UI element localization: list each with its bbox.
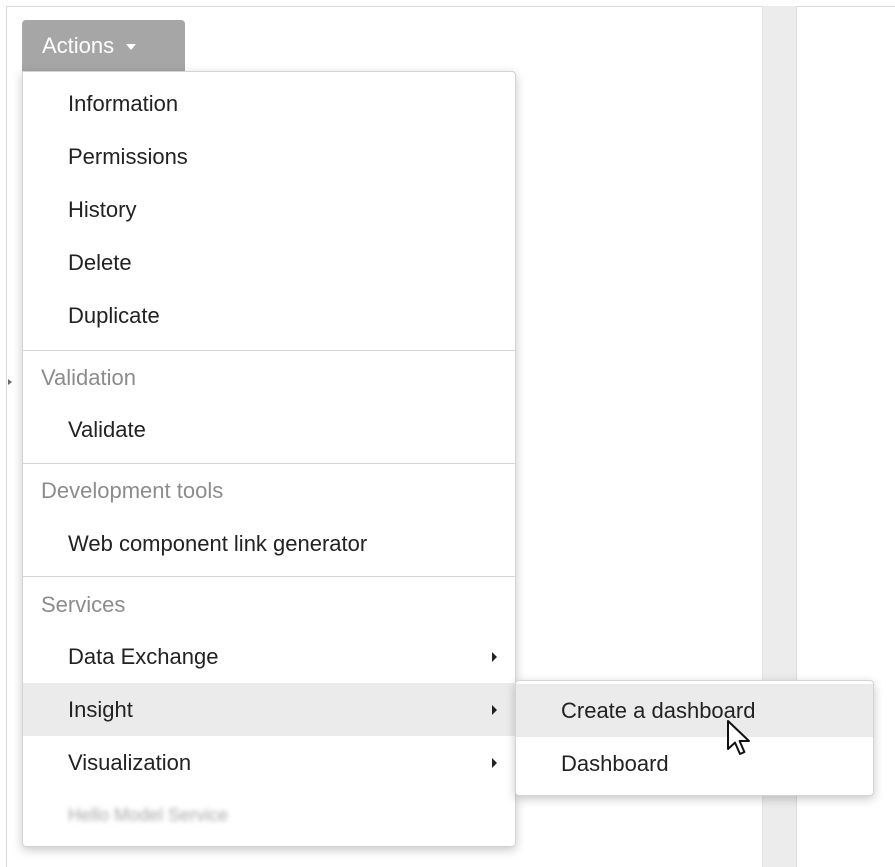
menu-item-information[interactable]: Information: [23, 77, 515, 130]
submenu-arrow-icon: [492, 651, 497, 662]
menu-item-label: History: [68, 196, 137, 222]
menu-item-label: Duplicate: [68, 302, 160, 328]
menu-item-web-component-link-generator[interactable]: Web component link generator: [23, 517, 515, 570]
insight-submenu: Create a dashboard Dashboard: [515, 680, 874, 796]
menu-item-label: Delete: [68, 249, 132, 275]
submenu-arrow-icon: [492, 757, 497, 768]
menu-item-data-exchange[interactable]: Data Exchange: [23, 630, 515, 683]
submenu-item-label: Dashboard: [561, 750, 669, 776]
section-header-services: Services: [23, 578, 515, 631]
menu-item-insight[interactable]: Insight: [23, 683, 515, 736]
section-header-development-tools: Development tools: [23, 464, 515, 517]
menu-item-label: Web component link generator: [68, 530, 368, 556]
actions-button[interactable]: Actions: [22, 20, 185, 71]
menu-item-validate[interactable]: Validate: [23, 403, 515, 456]
menu-item-delete[interactable]: Delete: [23, 236, 515, 289]
submenu-arrow-icon: [492, 704, 497, 715]
menu-item-label: Insight: [68, 696, 133, 722]
menu-divider: [23, 576, 515, 577]
collapse-handle-icon[interactable]: [8, 379, 12, 385]
submenu-item-dashboard[interactable]: Dashboard: [516, 737, 873, 790]
menu-item-label: Permissions: [68, 143, 188, 169]
menu-item-history[interactable]: History: [23, 183, 515, 236]
menu-item-label: Data Exchange: [68, 643, 219, 669]
section-header-label: Services: [41, 591, 126, 617]
menu-item-blurred-service[interactable]: Hello Model Service: [23, 789, 515, 842]
menu-item-visualization[interactable]: Visualization: [23, 736, 515, 789]
menu-item-duplicate[interactable]: Duplicate: [23, 289, 515, 342]
submenu-item-create-dashboard[interactable]: Create a dashboard: [516, 684, 873, 737]
menu-item-permissions[interactable]: Permissions: [23, 130, 515, 183]
menu-item-label: Information: [68, 90, 179, 116]
section-header-validation: Validation: [23, 351, 515, 404]
actions-button-label: Actions: [42, 32, 115, 58]
mouse-pointer-icon: [727, 720, 750, 755]
actions-dropdown-menu: Information Permissions History Delete D…: [22, 71, 516, 847]
menu-item-label: Visualization: [68, 749, 192, 775]
blurred-service-label: Hello Model Service: [68, 805, 229, 825]
section-header-label: Development tools: [41, 477, 224, 503]
section-header-label: Validation: [41, 364, 136, 390]
caret-down-icon: [126, 43, 137, 50]
menu-item-label: Validate: [68, 416, 146, 442]
